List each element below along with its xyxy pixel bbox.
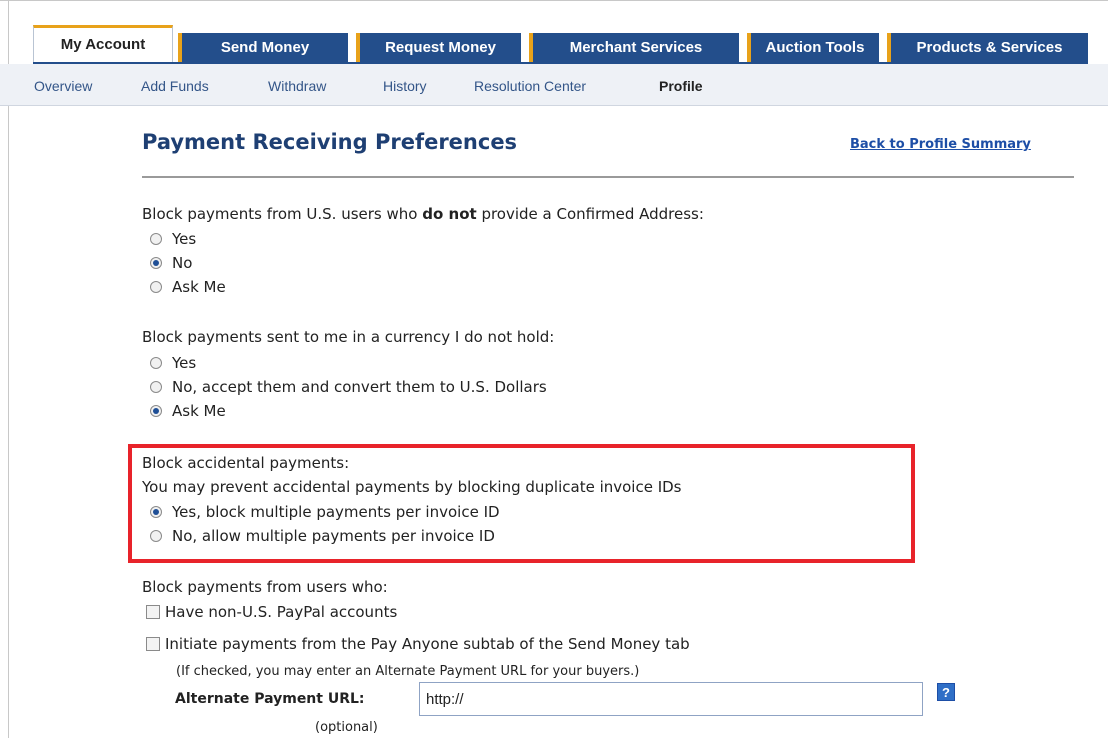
checkbox[interactable] xyxy=(146,637,160,651)
back-to-profile-summary-link[interactable]: Back to Profile Summary xyxy=(850,137,1031,152)
subnav-resolution-center[interactable]: Resolution Center xyxy=(474,78,586,94)
checkbox-label: Have non-U.S. PayPal accounts xyxy=(165,603,398,621)
option-label: Yes, block multiple payments per invoice… xyxy=(172,503,500,521)
window-top-border xyxy=(0,0,1108,9)
checkbox[interactable] xyxy=(146,605,160,619)
option-label: No, allow multiple payments per invoice … xyxy=(172,527,495,545)
question-emphasis: do not xyxy=(422,205,477,223)
window-left-border xyxy=(8,0,9,738)
accidental-payments-question: Block accidental payments: xyxy=(142,454,350,472)
radio-button-selected[interactable] xyxy=(150,405,162,417)
optional-label: (optional) xyxy=(315,720,378,735)
alternate-url-note: (If checked, you may enter an Alternate … xyxy=(176,664,640,679)
main-tabbar: My Account Send Money Request Money Merc… xyxy=(33,25,1088,63)
tab-products-services[interactable]: Products & Services xyxy=(887,33,1088,63)
option-label: Yes xyxy=(172,354,197,372)
accidental-option-allow[interactable]: No, allow multiple payments per invoice … xyxy=(150,526,495,546)
sub-navigation: Overview Add Funds Withdraw History Reso… xyxy=(0,64,1108,106)
question-text-end: provide a Confirmed Address: xyxy=(476,205,704,223)
page-title: Payment Receiving Preferences xyxy=(142,130,518,154)
radio-button[interactable] xyxy=(150,381,162,393)
tab-auction-tools[interactable]: Auction Tools xyxy=(747,33,879,63)
checkbox-label: Initiate payments from the Pay Anyone su… xyxy=(165,635,690,653)
question-text: Block payments from U.S. users who xyxy=(142,205,423,223)
alternate-payment-url-label: Alternate Payment URL: xyxy=(175,691,365,707)
block-non-us-accounts-row[interactable]: Have non-U.S. PayPal accounts xyxy=(146,602,397,622)
confirmed-address-option-ask-me[interactable]: Ask Me xyxy=(150,277,226,297)
title-divider xyxy=(142,176,1074,178)
subnav-profile[interactable]: Profile xyxy=(659,78,703,94)
accidental-payments-description: You may prevent accidental payments by b… xyxy=(142,478,682,496)
confirmed-address-question: Block payments from U.S. users who do no… xyxy=(142,205,704,223)
alternate-payment-url-input[interactable] xyxy=(419,682,923,716)
subnav-add-funds[interactable]: Add Funds xyxy=(141,78,209,94)
help-icon[interactable]: ? xyxy=(937,683,955,701)
accidental-option-block[interactable]: Yes, block multiple payments per invoice… xyxy=(150,502,500,522)
currency-option-ask-me[interactable]: Ask Me xyxy=(150,401,226,421)
radio-button-selected[interactable] xyxy=(150,257,162,269)
currency-option-yes[interactable]: Yes xyxy=(150,353,196,373)
block-pay-anyone-row[interactable]: Initiate payments from the Pay Anyone su… xyxy=(146,634,690,654)
option-label: Yes xyxy=(172,230,197,248)
currency-question: Block payments sent to me in a currency … xyxy=(142,328,555,346)
currency-option-convert[interactable]: No, accept them and convert them to U.S.… xyxy=(150,377,547,397)
option-label: Ask Me xyxy=(172,278,226,296)
radio-button[interactable] xyxy=(150,233,162,245)
confirmed-address-option-yes[interactable]: Yes xyxy=(150,229,196,249)
option-label: No, accept them and convert them to U.S.… xyxy=(172,378,547,396)
radio-button[interactable] xyxy=(150,357,162,369)
tab-request-money[interactable]: Request Money xyxy=(356,33,521,63)
radio-button[interactable] xyxy=(150,281,162,293)
subnav-withdraw[interactable]: Withdraw xyxy=(268,78,326,94)
radio-button-selected[interactable] xyxy=(150,506,162,518)
option-label: No xyxy=(172,254,193,272)
tab-send-money[interactable]: Send Money xyxy=(178,33,348,63)
radio-button[interactable] xyxy=(150,530,162,542)
subnav-history[interactable]: History xyxy=(383,78,427,94)
block-users-question: Block payments from users who: xyxy=(142,578,388,596)
subnav-overview[interactable]: Overview xyxy=(34,78,92,94)
option-label: Ask Me xyxy=(172,402,226,420)
tab-my-account[interactable]: My Account xyxy=(33,25,173,63)
confirmed-address-option-no[interactable]: No xyxy=(150,253,192,273)
tab-merchant-services[interactable]: Merchant Services xyxy=(529,33,739,63)
